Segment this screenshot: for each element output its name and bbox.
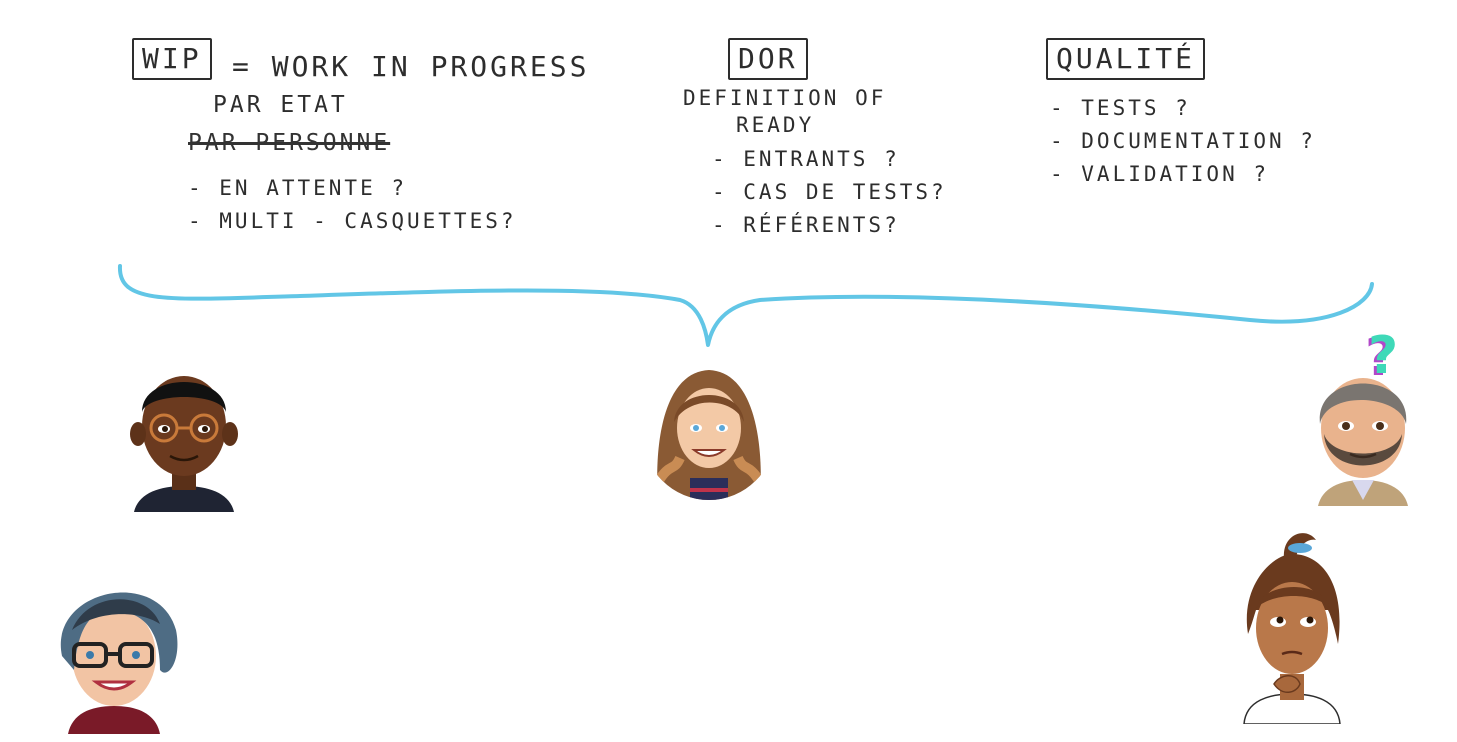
wip-par-personne-struck: PAR PERSONNE — [188, 130, 391, 156]
qualite-list: - TESTS ? - DOCUMENTATION ? - VALIDATION… — [1050, 92, 1316, 191]
avatar-woman-center — [653, 370, 765, 500]
dor-box-label: DOR — [738, 42, 798, 75]
avatar-woman-thinking — [1243, 533, 1341, 724]
question-mark-icon: ? — [1368, 326, 1399, 386]
qualite-box: QUALITÉ — [1046, 38, 1206, 80]
avatar-man-glasses — [130, 376, 238, 512]
qualite-item-tests: - TESTS ? — [1050, 96, 1191, 120]
qualite-item-validation: - VALIDATION ? — [1050, 162, 1270, 186]
dor-definition-line2: READY — [736, 113, 815, 137]
wip-box-label: WIP — [142, 42, 202, 75]
qualite-box-label: QUALITÉ — [1056, 42, 1196, 75]
avatar-man-beard — [1318, 378, 1408, 506]
dor-definition-line1: DEFINITION OF — [683, 86, 887, 110]
dor-item-cas-de-tests: - CAS DE TESTS? — [712, 180, 947, 204]
qualite-item-documentation: - DOCUMENTATION ? — [1050, 129, 1316, 153]
dor-list: - ENTRANTS ? - CAS DE TESTS? - RÉFÉRENTS… — [712, 143, 947, 242]
dor-item-referents: - RÉFÉRENTS? — [712, 213, 900, 237]
wip-definition: = WORK IN PROGRESS — [232, 50, 590, 83]
wip-list: - EN ATTENTE ? - MULTI - CASQUETTES? — [188, 172, 517, 238]
wip-box: WIP — [132, 38, 212, 80]
avatar-woman-glasses — [60, 592, 178, 734]
wip-item-multi-casquettes: - MULTI - CASQUETTES? — [188, 209, 517, 233]
wip-par-etat: PAR ETAT — [213, 92, 348, 118]
wip-item-en-attente: - EN ATTENTE ? — [188, 176, 408, 200]
dor-box: DOR — [728, 38, 808, 80]
dor-item-entrants: - ENTRANTS ? — [712, 147, 900, 171]
